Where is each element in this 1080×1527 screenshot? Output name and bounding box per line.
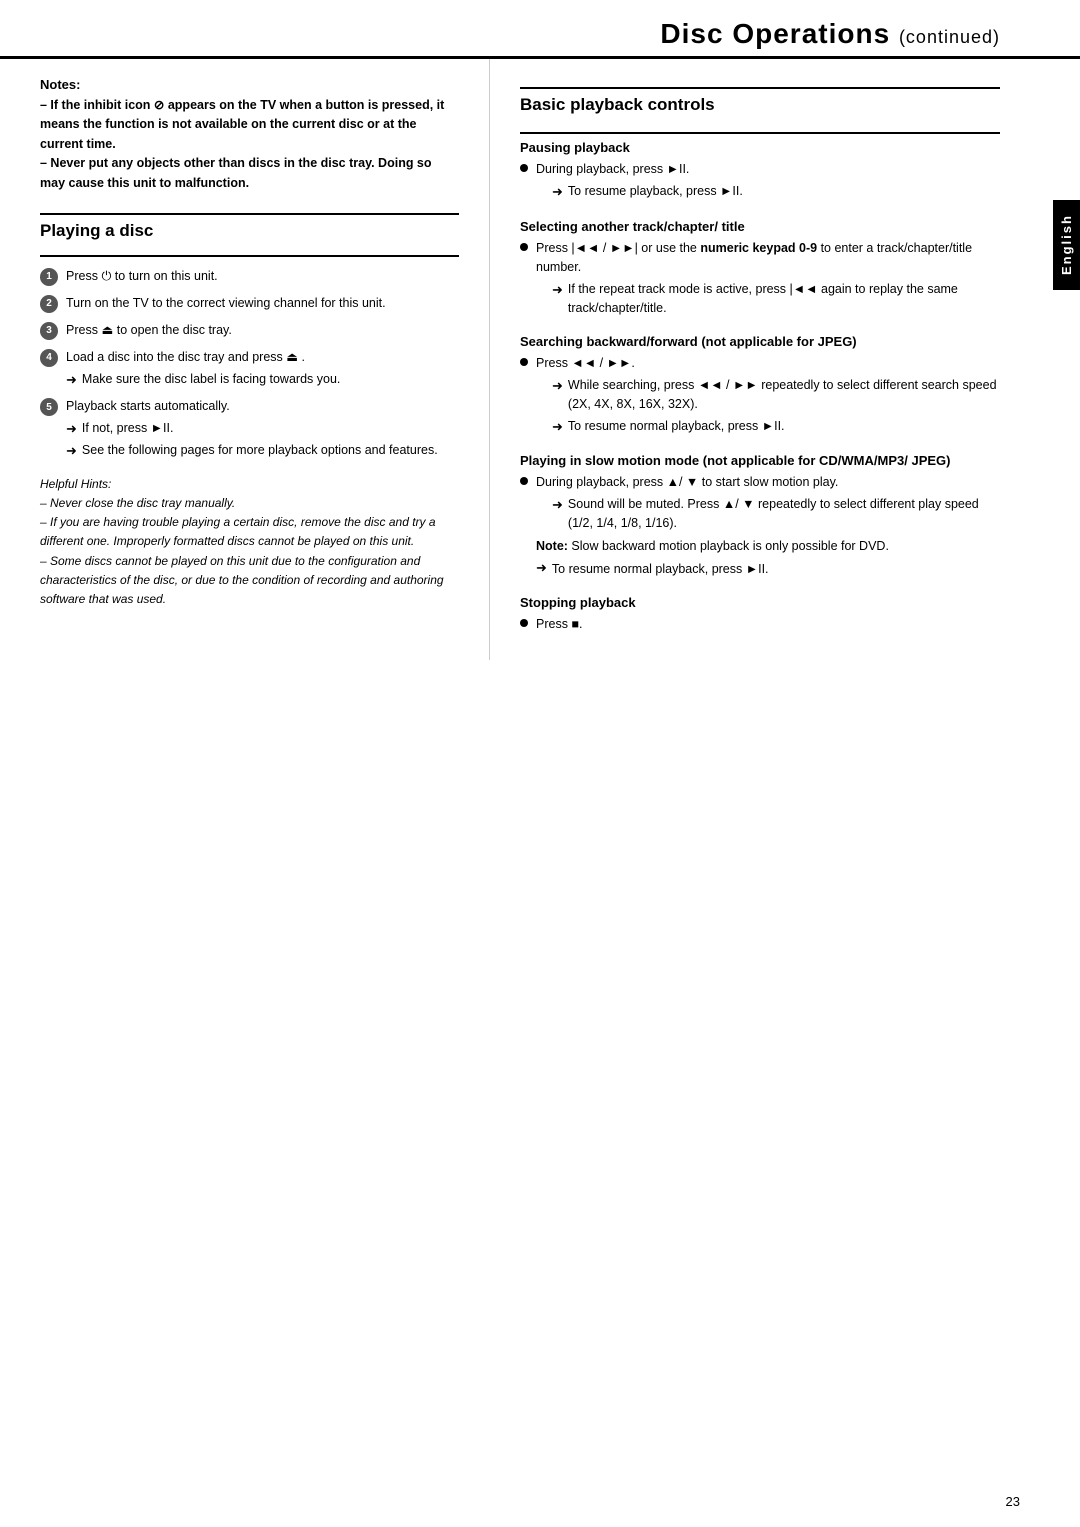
- eject-icon: [101, 323, 113, 337]
- arrow-icon-3: ➜: [66, 441, 77, 461]
- divider-1: [40, 213, 459, 215]
- selecting-arrow: ➜ If the repeat track mode is active, pr…: [552, 280, 1000, 318]
- right-column: Basic playback controls Pausing playback…: [490, 59, 1080, 660]
- hint-3: – Some discs cannot be played on this un…: [40, 554, 444, 606]
- notes-title: Notes:: [40, 77, 459, 92]
- bullet-dot-3: [520, 358, 528, 366]
- stopping-heading: Stopping playback: [520, 595, 1000, 610]
- stopping-text: Press ■.: [536, 615, 1000, 634]
- slow-motion-section: Playing in slow motion mode (not applica…: [520, 453, 1000, 579]
- searching-arrow-1: ➜ While searching, press ◄◄ / ►► repeate…: [552, 376, 1000, 414]
- slow-motion-bullet: During playback, press ▲/ ▼ to start slo…: [520, 473, 1000, 533]
- selecting-section: Selecting another track/chapter/ title P…: [520, 219, 1000, 318]
- pausing-arrow-text: To resume playback, press ►II.: [568, 182, 743, 201]
- step-4-content: Load a disc into the disc tray and press…: [66, 348, 459, 389]
- slow-motion-resume-text: To resume normal playback, press ►II.: [552, 560, 769, 579]
- slow-motion-resume-arrow: ➜ To resume normal playback, press ►II.: [536, 560, 1000, 579]
- selecting-text: Press |◄◄ / ►►| or use the numeric keypa…: [536, 239, 1000, 318]
- bullet-dot-1: [520, 164, 528, 172]
- basic-playback-heading: Basic playback controls: [520, 95, 1000, 118]
- main-content: Notes: – If the inhibit icon appears on …: [0, 59, 1080, 690]
- step-num-1: 1: [40, 268, 58, 286]
- arrow-icon-sf2: ➜: [552, 417, 563, 437]
- searching-section: Searching backward/forward (not applicab…: [520, 334, 1000, 437]
- step-5-arrow-1: ➜ If not, press ►II.: [66, 419, 459, 439]
- bullet-dot-2: [520, 243, 528, 251]
- step-4-arrow-text: Make sure the disc label is facing towar…: [82, 370, 340, 389]
- step-num-2: 2: [40, 295, 58, 313]
- title-continued: (continued): [899, 27, 1000, 47]
- step-2: 2 Turn on the TV to the correct viewing …: [40, 294, 459, 313]
- step-3-content: Press to open the disc tray.: [66, 321, 459, 340]
- hint-2: – If you are having trouble playing a ce…: [40, 515, 436, 548]
- step-5-arrow-text-1: If not, press ►II.: [82, 419, 174, 438]
- divider-2: [40, 255, 459, 257]
- pausing-section: Pausing playback During playback, press …: [520, 140, 1000, 203]
- stopping-bullet: Press ■.: [520, 615, 1000, 634]
- playing-disc-heading: Playing a disc: [40, 221, 459, 241]
- searching-arrow-text-1: While searching, press ◄◄ / ►► repeatedl…: [568, 376, 1000, 414]
- pausing-text: During playback, press ►II. ➜ To resume …: [536, 160, 1000, 203]
- slow-motion-text: During playback, press ▲/ ▼ to start slo…: [536, 473, 1000, 533]
- page-number: 23: [1006, 1494, 1020, 1509]
- slow-motion-arrow: ➜ Sound will be muted. Press ▲/ ▼ repeat…: [552, 495, 1000, 533]
- right-divider-top: [520, 87, 1000, 89]
- searching-arrow-text-2: To resume normal playback, press ►II.: [568, 417, 785, 436]
- left-column: Notes: – If the inhibit icon appears on …: [0, 59, 490, 660]
- page-header: Disc Operations (continued): [0, 0, 1080, 59]
- page-title: Disc Operations (continued): [660, 18, 1000, 49]
- title-main: Disc Operations: [660, 18, 890, 49]
- step-5-content: Playback starts automatically. ➜ If not,…: [66, 397, 459, 461]
- bullet-dot-4: [520, 477, 528, 485]
- searching-text: Press ◄◄ / ►►. ➜ While searching, press …: [536, 354, 1000, 437]
- power-icon: [101, 269, 111, 283]
- step-num-4: 4: [40, 349, 58, 367]
- step-1: 1 Press to turn on this unit.: [40, 267, 459, 286]
- step-num-5: 5: [40, 398, 58, 416]
- searching-heading: Searching backward/forward (not applicab…: [520, 334, 1000, 349]
- searching-bullet: Press ◄◄ / ►►. ➜ While searching, press …: [520, 354, 1000, 437]
- hints-title: Helpful Hints:: [40, 477, 111, 491]
- page-wrapper: Disc Operations (continued) English Note…: [0, 0, 1080, 1527]
- pausing-arrow: ➜ To resume playback, press ►II.: [552, 182, 1000, 202]
- slow-motion-note: Note: Slow backward motion playback is o…: [536, 537, 1000, 556]
- notes-section: Notes: – If the inhibit icon appears on …: [40, 77, 459, 193]
- inhibit-icon: [154, 98, 164, 112]
- helpful-hints: Helpful Hints: – Never close the disc tr…: [40, 475, 459, 609]
- arrow-icon-smr: ➜: [536, 560, 547, 576]
- arrow-icon-p: ➜: [552, 182, 563, 202]
- step-2-content: Turn on the TV to the correct viewing ch…: [66, 294, 459, 313]
- language-tab: English: [1053, 200, 1080, 290]
- arrow-icon: ➜: [66, 370, 77, 390]
- step-5-arrow-text-2: See the following pages for more playbac…: [82, 441, 438, 460]
- pausing-heading: Pausing playback: [520, 140, 1000, 155]
- step-3: 3 Press to open the disc tray.: [40, 321, 459, 340]
- selecting-arrow-text: If the repeat track mode is active, pres…: [568, 280, 1000, 318]
- step-5-arrow-2: ➜ See the following pages for more playb…: [66, 441, 459, 461]
- selecting-heading: Selecting another track/chapter/ title: [520, 219, 1000, 234]
- step-num-3: 3: [40, 322, 58, 340]
- pausing-bullet: During playback, press ►II. ➜ To resume …: [520, 160, 1000, 203]
- arrow-icon-2: ➜: [66, 419, 77, 439]
- step-4-arrow: ➜ Make sure the disc label is facing tow…: [66, 370, 459, 390]
- bullet-dot-5: [520, 619, 528, 627]
- hint-1: – Never close the disc tray manually.: [40, 496, 235, 510]
- right-divider-bottom: [520, 132, 1000, 134]
- arrow-icon-s: ➜: [552, 280, 563, 300]
- selecting-bullet: Press |◄◄ / ►►| or use the numeric keypa…: [520, 239, 1000, 318]
- steps-list: 1 Press to turn on this unit. 2 Turn on …: [40, 267, 459, 461]
- slow-motion-arrow-text: Sound will be muted. Press ▲/ ▼ repeated…: [568, 495, 1000, 533]
- language-label: English: [1059, 215, 1074, 276]
- notes-text: – If the inhibit icon appears on the TV …: [40, 96, 459, 193]
- step-4: 4 Load a disc into the disc tray and pre…: [40, 348, 459, 389]
- slow-motion-heading: Playing in slow motion mode (not applica…: [520, 453, 1000, 468]
- searching-arrow-2: ➜ To resume normal playback, press ►II.: [552, 417, 1000, 437]
- arrow-icon-sm: ➜: [552, 495, 563, 515]
- stopping-section: Stopping playback Press ■.: [520, 595, 1000, 634]
- step-5: 5 Playback starts automatically. ➜ If no…: [40, 397, 459, 461]
- arrow-icon-sf1: ➜: [552, 376, 563, 396]
- eject-icon-2: [286, 350, 298, 364]
- step-1-content: Press to turn on this unit.: [66, 267, 459, 286]
